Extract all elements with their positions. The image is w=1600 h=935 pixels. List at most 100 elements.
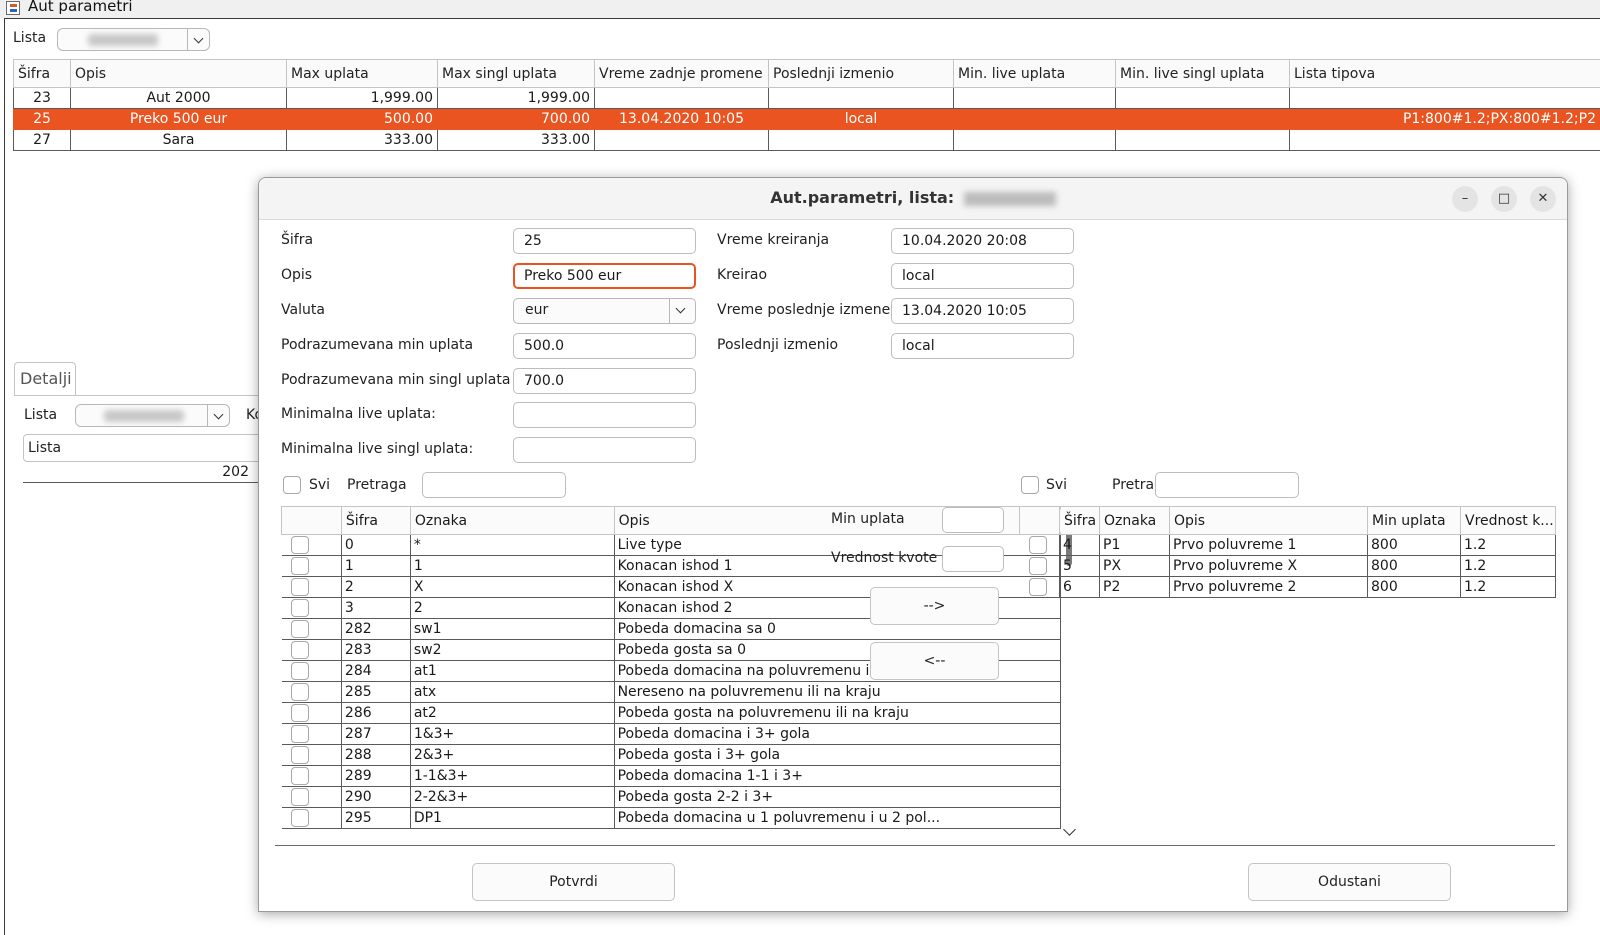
row-checkbox-cell[interactable] bbox=[281, 660, 342, 682]
list-item[interactable]: 286 at2 Pobeda gosta na poluvremenu ili na… bbox=[281, 702, 1061, 724]
list-item[interactable]: 287 1&3+ Pobeda domacina i 3+ gola bbox=[281, 723, 1061, 745]
list-item[interactable]: 285 atx Nereseno na poluvremenu ili na kra… bbox=[281, 681, 1061, 703]
row-checkbox-cell[interactable] bbox=[281, 723, 342, 745]
row-checkbox-cell[interactable] bbox=[281, 534, 342, 556]
row-checkbox[interactable] bbox=[290, 599, 309, 617]
maximize-icon[interactable]: □ bbox=[1491, 186, 1517, 212]
sifra-field[interactable]: 25 bbox=[513, 228, 696, 254]
row-checkbox-cell[interactable] bbox=[1019, 555, 1060, 577]
row-checkbox-cell[interactable] bbox=[281, 639, 342, 661]
row-checkbox-cell[interactable] bbox=[1019, 534, 1060, 556]
row-checkbox[interactable] bbox=[290, 725, 309, 743]
col-max-uplata[interactable]: Max uplata bbox=[286, 59, 438, 88]
col-sifra[interactable]: Šifra bbox=[340, 506, 411, 535]
row-checkbox-cell[interactable] bbox=[1019, 576, 1060, 598]
chevron-down-icon[interactable] bbox=[187, 29, 209, 50]
row-checkbox-cell[interactable] bbox=[281, 555, 342, 577]
valuta-combo[interactable]: eur bbox=[513, 298, 696, 324]
col-min-uplata[interactable]: Min uplata bbox=[1367, 506, 1461, 535]
vreme-izmene-field[interactable]: 13.04.2020 10:05 bbox=[891, 298, 1074, 324]
row-checkbox[interactable] bbox=[290, 578, 309, 596]
odustani-button[interactable]: Odustani bbox=[1248, 863, 1451, 901]
list-item[interactable]: 295 DP1 Pobeda domacina u 1 poluvremenu i … bbox=[281, 807, 1061, 829]
list-item[interactable]: 5 PX Prvo poluvreme X 800 1.2 bbox=[1019, 555, 1556, 577]
vrednost-kvote-input[interactable] bbox=[942, 546, 1004, 572]
svi-right-checkbox[interactable] bbox=[1021, 476, 1039, 494]
row-checkbox[interactable] bbox=[290, 683, 309, 701]
close-icon[interactable]: ✕ bbox=[1530, 186, 1556, 212]
potvrdi-button[interactable]: Potvrdi bbox=[472, 863, 675, 901]
col-oznaka[interactable]: Oznaka bbox=[1099, 506, 1170, 535]
col-oznaka[interactable]: Oznaka bbox=[409, 506, 615, 535]
list-item[interactable]: 290 2-2&3+ Pobeda gosta 2-2 i 3+ bbox=[281, 786, 1061, 808]
row-checkbox-cell[interactable] bbox=[281, 702, 342, 724]
min-uplata-input[interactable] bbox=[942, 507, 1004, 533]
min-live-field[interactable] bbox=[513, 402, 696, 428]
list-item[interactable]: 6 P2 Prvo poluvreme 2 800 1.2 bbox=[1019, 576, 1556, 598]
row-checkbox[interactable] bbox=[290, 536, 309, 554]
row-checkbox[interactable] bbox=[1028, 578, 1047, 596]
poslednji-izmenio-field[interactable]: local bbox=[891, 333, 1074, 359]
row-checkbox[interactable] bbox=[290, 788, 309, 806]
chevron-down-icon[interactable] bbox=[207, 405, 229, 426]
row-checkbox[interactable] bbox=[290, 620, 309, 638]
row-checkbox-cell[interactable] bbox=[281, 765, 342, 787]
row-checkbox-cell[interactable] bbox=[281, 786, 342, 808]
row-checkbox-cell[interactable] bbox=[281, 618, 342, 640]
minimize-icon[interactable]: – bbox=[1452, 186, 1478, 212]
row-checkbox[interactable] bbox=[290, 704, 309, 722]
kreirao-field[interactable]: local bbox=[891, 263, 1074, 289]
table-row-selected[interactable]: 25 Preko 500 eur 500.00 700.00 13.04.202… bbox=[13, 108, 1600, 130]
row-checkbox[interactable] bbox=[290, 557, 309, 575]
list-item[interactable]: 288 2&3+ Pobeda gosta i 3+ gola bbox=[281, 744, 1061, 766]
remove-type-button[interactable]: <-- bbox=[870, 642, 999, 680]
col-max-singl-uplata[interactable]: Max singl uplata bbox=[437, 59, 595, 88]
window-titlebar: Aut parametri bbox=[0, 0, 1600, 18]
min-live-singl-field[interactable] bbox=[513, 437, 696, 463]
col-check[interactable] bbox=[1019, 506, 1060, 535]
lista-combo[interactable] bbox=[57, 28, 210, 51]
col-lista-tipova[interactable]: Lista tipova bbox=[1289, 59, 1600, 88]
col-opis[interactable]: Opis bbox=[70, 59, 287, 88]
table-row[interactable]: 23 Aut 2000 1,999.00 1,999.00 bbox=[13, 87, 1600, 109]
pod-min-singl-field[interactable]: 700.0 bbox=[513, 368, 696, 394]
pretraga-left-input[interactable] bbox=[422, 472, 566, 498]
col-poslednji-izmenio[interactable]: Poslednji izmenio bbox=[768, 59, 954, 88]
min-live-singl-label: Minimalna live singl uplata: bbox=[281, 441, 474, 457]
row-checkbox-cell[interactable] bbox=[281, 597, 342, 619]
cell-oznaka: 2&3+ bbox=[409, 744, 615, 766]
vreme-kreiranja-field[interactable]: 10.04.2020 20:08 bbox=[891, 228, 1074, 254]
add-type-button[interactable]: --> bbox=[870, 587, 999, 625]
row-checkbox[interactable] bbox=[290, 767, 309, 785]
chevron-down-icon[interactable] bbox=[1063, 823, 1076, 836]
col-min-live-singl-uplata[interactable]: Min. live singl uplata bbox=[1115, 59, 1290, 88]
col-min-live-uplata[interactable]: Min. live uplata bbox=[953, 59, 1116, 88]
list-item[interactable]: 4 P1 Prvo poluvreme 1 800 1.2 bbox=[1019, 534, 1556, 556]
svi-left-checkbox[interactable] bbox=[283, 476, 301, 494]
row-checkbox-cell[interactable] bbox=[281, 744, 342, 766]
row-checkbox[interactable] bbox=[290, 809, 309, 827]
col-vrednost-kvote[interactable]: Vrednost k... bbox=[1460, 506, 1556, 535]
col-sifra[interactable]: Šifra bbox=[1059, 506, 1100, 535]
col-sifra[interactable]: Šifra bbox=[13, 59, 71, 88]
row-checkbox-cell[interactable] bbox=[281, 807, 342, 829]
table-row[interactable]: 27 Sara 333.00 333.00 bbox=[13, 129, 1600, 151]
row-checkbox-cell[interactable] bbox=[281, 576, 342, 598]
list-item[interactable]: 289 1-1&3+ Pobeda domacina 1-1 i 3+ bbox=[281, 765, 1061, 787]
row-checkbox-cell[interactable] bbox=[281, 681, 342, 703]
pretraga-right-input[interactable] bbox=[1155, 472, 1299, 498]
row-checkbox[interactable] bbox=[290, 746, 309, 764]
row-checkbox[interactable] bbox=[1028, 536, 1047, 554]
tab-detalji[interactable]: Detalji bbox=[14, 362, 76, 396]
row-checkbox[interactable] bbox=[290, 641, 309, 659]
col-check[interactable] bbox=[281, 506, 342, 535]
row-checkbox[interactable] bbox=[1028, 557, 1047, 575]
col-vreme-zadnje-promene[interactable]: Vreme zadnje promene bbox=[594, 59, 769, 88]
detalji-lista-header[interactable]: Lista bbox=[23, 434, 263, 462]
chevron-down-icon[interactable] bbox=[669, 299, 695, 323]
detalji-lista-combo[interactable] bbox=[75, 404, 230, 427]
opis-field[interactable]: Preko 500 eur bbox=[513, 263, 696, 289]
pod-min-field[interactable]: 500.0 bbox=[513, 333, 696, 359]
col-opis[interactable]: Opis bbox=[1169, 506, 1368, 535]
row-checkbox[interactable] bbox=[290, 662, 309, 680]
